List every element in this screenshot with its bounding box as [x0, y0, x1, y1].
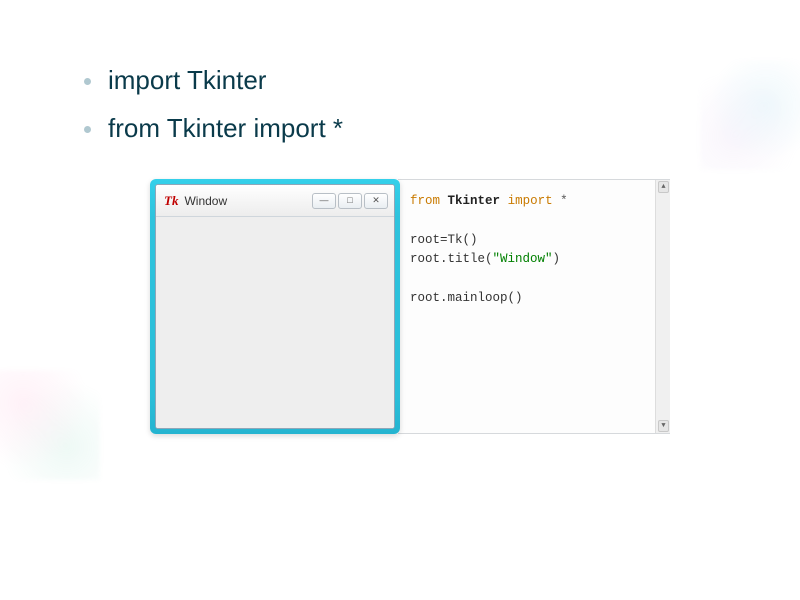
tk-icon: Tk [164, 193, 178, 209]
code-line-6: root.mainloop() [410, 289, 662, 308]
code-blank-line [410, 212, 662, 231]
window-controls: — □ ✕ [312, 193, 388, 209]
bullet-item-1: import Tkinter [80, 60, 720, 102]
maximize-button[interactable]: □ [338, 193, 362, 209]
keyword-import: import [508, 194, 553, 208]
bullet-list: import Tkinter from Tkinter import * [80, 60, 720, 149]
slide: import Tkinter from Tkinter import * Tk … [0, 0, 800, 600]
code-line-1: from Tkinter import * [410, 192, 662, 211]
close-button[interactable]: ✕ [364, 193, 388, 209]
string-literal: "Window" [493, 252, 553, 266]
code-line-3: root=Tk() [410, 231, 662, 250]
scrollbar[interactable]: ▲ ▼ [655, 180, 670, 433]
import-star: * [560, 194, 568, 208]
bullet-item-2: from Tkinter import * [80, 108, 720, 150]
minimize-button[interactable]: — [312, 193, 336, 209]
module-name: Tkinter [448, 194, 501, 208]
scroll-down-button[interactable]: ▼ [658, 420, 669, 432]
window-title: Window [184, 194, 312, 208]
keyword-from: from [410, 194, 440, 208]
code-line-4: root.title("Window") [410, 250, 662, 269]
tk-window-frame: Tk Window — □ ✕ [150, 179, 400, 434]
code-blank-line [410, 270, 662, 289]
code-line-4-prefix: root.title( [410, 252, 493, 266]
tk-window-inner: Tk Window — □ ✕ [155, 184, 395, 429]
decorative-burst-left [0, 370, 100, 480]
code-line-4-suffix: ) [553, 252, 561, 266]
code-pane: from Tkinter import * root=Tk() root.tit… [398, 179, 670, 434]
titlebar[interactable]: Tk Window — □ ✕ [156, 185, 394, 217]
figure: Tk Window — □ ✕ from Tkinter import [150, 179, 670, 434]
window-body [156, 217, 394, 428]
scroll-up-button[interactable]: ▲ [658, 181, 669, 193]
